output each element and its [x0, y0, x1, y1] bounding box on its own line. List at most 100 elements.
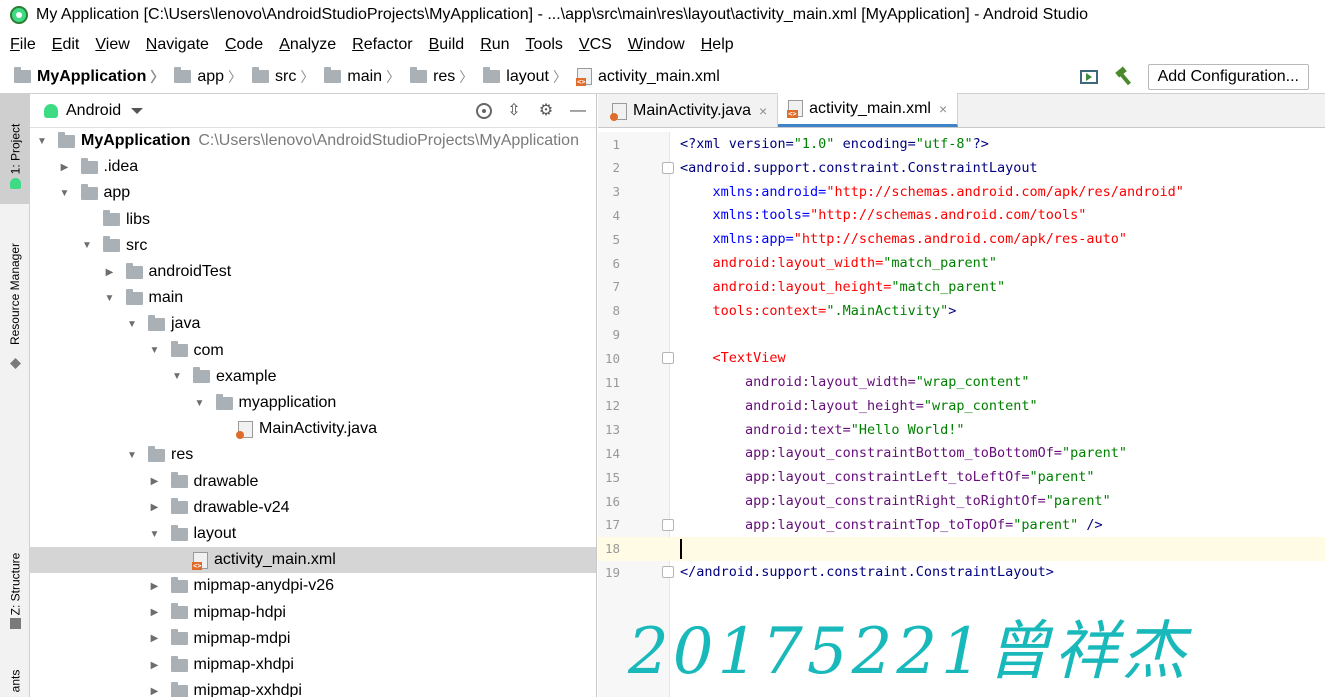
tree-item-com[interactable]: ▼ com [30, 338, 596, 364]
code-line[interactable]: 3 xmlns:android="http://schemas.android.… [598, 180, 1325, 204]
tree-item-mipmap-hdpi[interactable]: ▶ mipmap-hdpi [30, 600, 596, 626]
code-line[interactable]: 19 </android.support.constraint.Constrain… [598, 560, 1325, 584]
menu-file[interactable]: File [10, 36, 36, 54]
add-configuration-button[interactable]: Add Configuration... [1147, 64, 1309, 90]
tree-item-main[interactable]: ▼ main [30, 285, 596, 311]
editor-tab-mainactivity-java[interactable]: MainActivity.java × [602, 95, 779, 127]
code-line[interactable]: 5 xmlns:app="http://schemas.android.com/… [598, 227, 1325, 251]
chevron-right-icon[interactable]: ▶ [149, 476, 161, 487]
code-line[interactable]: 8 tools:context=".MainActivity"> [598, 299, 1325, 323]
code-line[interactable]: 14 app:layout_constraintBottom_toBottomO… [598, 441, 1325, 465]
tree-item-res[interactable]: ▼ res [30, 442, 596, 468]
chevron-down-icon[interactable]: ▼ [36, 136, 48, 147]
menu-edit[interactable]: Edit [52, 36, 80, 54]
minimize-icon[interactable]: — [568, 101, 588, 121]
tree-item-libs[interactable]: libs [30, 207, 596, 233]
tree-item-java[interactable]: ▼ java [30, 311, 596, 337]
tree-item-mipmap-xhdpi[interactable]: ▶ mipmap-xhdpi [30, 652, 596, 678]
chevron-down-icon[interactable] [131, 107, 144, 114]
menu-help[interactable]: Help [701, 36, 734, 54]
chevron-down-icon[interactable]: ▼ [171, 371, 183, 382]
chevron-down-icon[interactable]: ▼ [149, 345, 161, 356]
collapse-all-icon[interactable]: ⇳ [504, 101, 524, 121]
tree-item-activity-main-xml[interactable]: activity_main.xml [30, 547, 596, 574]
tree-item--idea[interactable]: ▶ .idea [30, 154, 596, 180]
chevron-down-icon[interactable]: ▼ [59, 188, 71, 199]
code-line[interactable]: 16 app:layout_constraintRight_toRightOf=… [598, 489, 1325, 513]
tree-item-mipmap-anydpi-v26[interactable]: ▶ mipmap-anydpi-v26 [30, 573, 596, 599]
breadcrumb-item[interactable]: res 〉 [410, 67, 479, 87]
menu-build[interactable]: Build [429, 36, 465, 54]
tree-item-mainactivity-java[interactable]: MainActivity.java [30, 416, 596, 442]
close-icon[interactable]: × [759, 103, 767, 119]
code-line[interactable]: 7 android:layout_height="match_parent" [598, 275, 1325, 299]
code-line[interactable]: 13 android:text="Hello World!" [598, 418, 1325, 442]
code-line[interactable]: 18 [598, 536, 1325, 561]
code-line[interactable]: 10 <TextView [598, 346, 1325, 370]
chevron-right-icon[interactable]: ▶ [149, 686, 161, 697]
tree-item-drawable[interactable]: ▶ drawable [30, 469, 596, 495]
tree-item-androidtest[interactable]: ▶ androidTest [30, 259, 596, 285]
code-line[interactable]: 12 android:layout_height="wrap_content" [598, 394, 1325, 418]
menu-view[interactable]: View [95, 36, 129, 54]
breadcrumb-item[interactable]: MyApplication 〉 [14, 67, 170, 87]
chevron-down-icon[interactable]: ▼ [81, 240, 93, 251]
chevron-right-icon[interactable]: ▶ [149, 581, 161, 592]
chevron-right-icon[interactable]: ▶ [149, 660, 161, 671]
breadcrumb-item[interactable]: main 〉 [324, 67, 406, 87]
code-line[interactable]: 4 xmlns:tools="http://schemas.android.co… [598, 203, 1325, 227]
tree-item-myapplication[interactable]: ▼ myapplication [30, 390, 596, 416]
chevron-down-icon[interactable]: ▼ [149, 529, 161, 540]
chevron-right-icon[interactable]: ▶ [104, 267, 116, 278]
tree-item-app[interactable]: ▼ app [30, 180, 596, 206]
breadcrumb-item[interactable]: layout 〉 [483, 67, 573, 87]
breadcrumb-item[interactable]: app 〉 [174, 67, 248, 87]
chevron-right-icon[interactable]: ▶ [149, 607, 161, 618]
tree-item-mipmap-mdpi[interactable]: ▶ mipmap-mdpi [30, 626, 596, 652]
chevron-right-icon[interactable]: ▶ [149, 502, 161, 513]
menu-tools[interactable]: Tools [526, 36, 563, 54]
code-line[interactable]: 9 [598, 322, 1325, 346]
breadcrumb-item[interactable]: activity_main.xml [576, 68, 720, 86]
chevron-right-icon[interactable]: ▶ [59, 162, 71, 173]
fold-marker-icon[interactable] [662, 352, 674, 365]
code-line[interactable]: 17 app:layout_constraintTop_toTopOf="par… [598, 513, 1325, 537]
breadcrumb-item[interactable]: src 〉 [252, 67, 320, 87]
gear-icon[interactable]: ⚙ [536, 101, 556, 121]
menu-refactor[interactable]: Refactor [352, 36, 412, 54]
stripe-build-variants-button[interactable]: ants [0, 664, 30, 697]
close-icon[interactable]: × [939, 101, 947, 117]
stripe-project-button[interactable]: 1: Project [0, 94, 30, 204]
code-line[interactable]: 1 <?xml version="1.0" encoding="utf-8"?> [598, 132, 1325, 156]
tree-item-example[interactable]: ▼ example [30, 364, 596, 390]
menu-analyze[interactable]: Analyze [279, 36, 336, 54]
locate-target-icon[interactable] [476, 103, 492, 119]
tree-item-layout[interactable]: ▼ layout [30, 521, 596, 547]
code-line[interactable]: 15 app:layout_constraintLeft_toLeftOf="p… [598, 465, 1325, 489]
fold-marker-icon[interactable] [662, 566, 674, 579]
code-line[interactable]: 11 android:layout_width="wrap_content" [598, 370, 1325, 394]
menu-vcs[interactable]: VCS [579, 36, 612, 54]
fold-marker-icon[interactable] [662, 518, 674, 531]
chevron-down-icon[interactable]: ▼ [104, 293, 116, 304]
tree-item-src[interactable]: ▼ src [30, 233, 596, 259]
stripe-structure-button[interactable]: Z: Structure [0, 534, 30, 634]
chevron-down-icon[interactable]: ▼ [126, 450, 138, 461]
menu-run[interactable]: Run [480, 36, 509, 54]
code-line[interactable]: 2 <android.support.constraint.ConstraintL… [598, 156, 1325, 180]
editor-tab-activity-main-xml[interactable]: activity_main.xml × [778, 93, 959, 127]
tree-item-drawable-v24[interactable]: ▶ drawable-v24 [30, 495, 596, 521]
fold-marker-icon[interactable] [662, 161, 674, 174]
menu-window[interactable]: Window [628, 36, 685, 54]
hammer-build-icon[interactable] [1114, 67, 1134, 87]
chevron-down-icon[interactable]: ▼ [194, 398, 206, 409]
project-view-select[interactable]: Android [66, 102, 121, 120]
chevron-down-icon[interactable]: ▼ [126, 319, 138, 330]
menu-navigate[interactable]: Navigate [146, 36, 209, 54]
run-window-icon[interactable] [1079, 70, 1098, 84]
code-line[interactable]: 6 android:layout_width="match_parent" [598, 251, 1325, 275]
chevron-right-icon[interactable]: ▶ [149, 633, 161, 644]
tree-item-myapplication[interactable]: ▼ MyApplication C:\Users\lenovo\AndroidStu… [30, 128, 596, 154]
tree-item-mipmap-xxhdpi[interactable]: ▶ mipmap-xxhdpi [30, 678, 596, 697]
menu-code[interactable]: Code [225, 36, 263, 54]
